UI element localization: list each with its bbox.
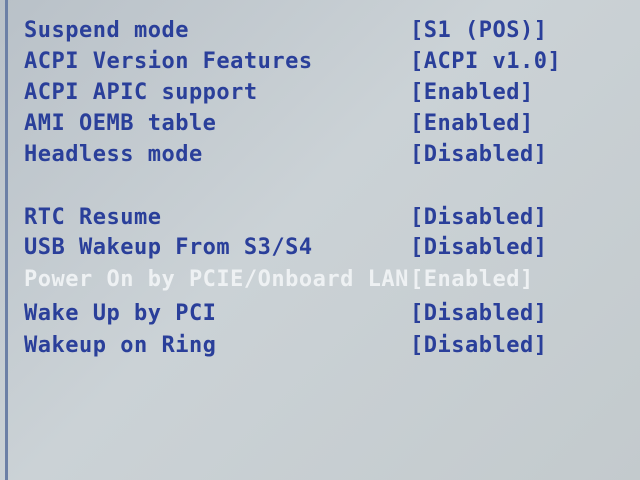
setting-value[interactable]: [S1 (POS)] xyxy=(410,16,547,46)
setting-label: Wake Up by PCI xyxy=(24,301,217,326)
setting-label: Wakeup on Ring xyxy=(24,333,217,358)
setting-label: RTC Resume xyxy=(24,205,162,230)
setting-label: Suspend mode xyxy=(24,18,189,43)
bios-screen: Suspend mode [S1 (POS)] ACPI Version Fea… xyxy=(0,0,640,480)
setting-row-acpi-version-features[interactable]: ACPI Version Features [ACPI v1.0] xyxy=(24,47,624,77)
setting-row-usb-wakeup[interactable]: USB Wakeup From S3/S4 [Disabled] xyxy=(24,233,624,263)
setting-value[interactable]: [Disabled] xyxy=(410,233,547,263)
setting-value[interactable]: [Disabled] xyxy=(410,203,547,233)
setting-label: ACPI APIC support xyxy=(24,80,258,105)
setting-row-rtc-resume[interactable]: RTC Resume [Disabled] xyxy=(24,203,624,233)
setting-label: Headless mode xyxy=(24,142,203,167)
setting-value[interactable]: [Disabled] xyxy=(410,331,547,361)
setting-value[interactable]: [Enabled] xyxy=(410,265,534,295)
setting-value[interactable]: [Enabled] xyxy=(410,78,534,108)
setting-value[interactable]: [Disabled] xyxy=(410,299,547,329)
setting-row-wake-up-by-pci[interactable]: Wake Up by PCI [Disabled] xyxy=(24,299,624,329)
setting-row-power-on-by-pcie-lan[interactable]: Power On by PCIE/Onboard LAN [Enabled] xyxy=(24,265,624,295)
setting-row-wakeup-on-ring[interactable]: Wakeup on Ring [Disabled] xyxy=(24,331,624,361)
setting-row-ami-oemb-table[interactable]: AMI OEMB table [Enabled] xyxy=(24,109,624,139)
setting-value[interactable]: [Enabled] xyxy=(410,109,534,139)
setting-row-headless-mode[interactable]: Headless mode [Disabled] xyxy=(24,140,624,170)
setting-row-acpi-apic-support[interactable]: ACPI APIC support [Enabled] xyxy=(24,78,624,108)
setting-row-suspend-mode[interactable]: Suspend mode [S1 (POS)] xyxy=(24,16,624,46)
setting-label: Power On by PCIE/Onboard LAN xyxy=(24,267,409,292)
setting-label: USB Wakeup From S3/S4 xyxy=(24,235,313,260)
setting-value[interactable]: [Disabled] xyxy=(410,140,547,170)
setting-label: ACPI Version Features xyxy=(24,49,313,74)
setting-label: AMI OEMB table xyxy=(24,111,217,136)
setting-value[interactable]: [ACPI v1.0] xyxy=(410,47,561,77)
left-border-line xyxy=(5,0,8,480)
